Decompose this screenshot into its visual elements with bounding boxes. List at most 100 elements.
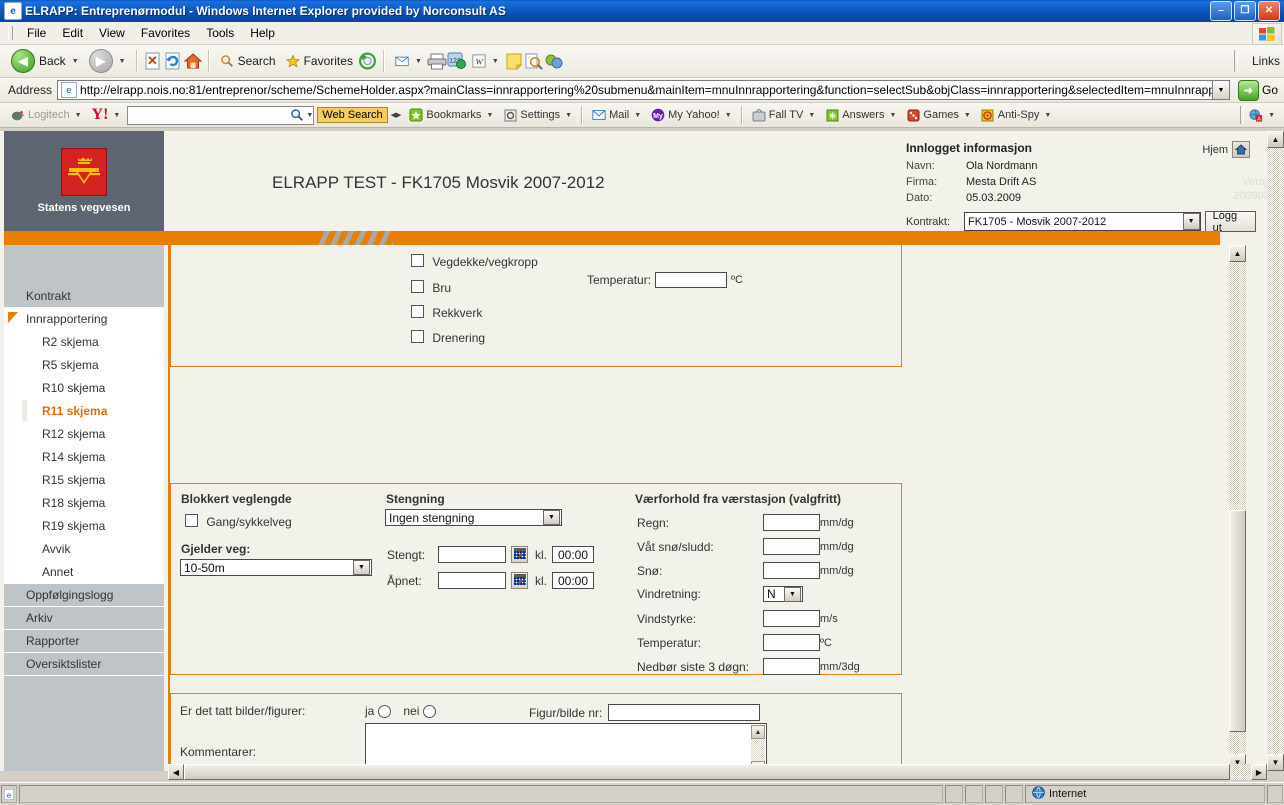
checkbox-drenering[interactable]: Drenering (411, 330, 485, 345)
checkbox-bru-box[interactable] (411, 280, 424, 293)
menu-favorites[interactable]: Favorites (133, 24, 198, 42)
status-resize-grip[interactable] (1267, 785, 1283, 803)
bookmarks-button[interactable]: Bookmarks ▼ (404, 108, 498, 122)
print-icon[interactable] (427, 51, 447, 71)
toolbar-overflow-icon[interactable]: ◀▶ (391, 111, 402, 119)
edit-icon[interactable] (524, 51, 544, 71)
gjelder-veg-chevron-down-icon[interactable]: ▼ (353, 560, 370, 575)
history-icon[interactable] (358, 51, 378, 71)
mail-button[interactable]: ▼ (390, 52, 427, 70)
checkbox-gang-sykkelveg-box[interactable] (185, 514, 198, 527)
games-button[interactable]: Games ▼ (901, 108, 975, 122)
maximize-button[interactable]: ❐ (1234, 1, 1256, 21)
checkbox-rekkverk[interactable]: Rekkverk (411, 305, 482, 320)
mail-link-dropdown-icon[interactable]: ▼ (634, 112, 641, 119)
vindstyrke-input[interactable] (763, 610, 820, 627)
radio-nei[interactable] (423, 704, 437, 718)
note-icon[interactable] (504, 51, 524, 71)
games-dropdown-icon[interactable]: ▼ (964, 112, 971, 119)
kommentarer-scroll-track[interactable] (751, 739, 765, 761)
menu-tools[interactable]: Tools (198, 24, 242, 42)
stop-icon[interactable]: ✕ (143, 51, 163, 71)
yahoo-search-input[interactable] (127, 105, 315, 125)
skype-icon[interactable]: 123 (447, 51, 467, 71)
sidebar-item-avvik[interactable]: Avvik (4, 538, 164, 561)
sidebar-item-r5-skjema[interactable]: R5 skjema (4, 354, 164, 377)
sidebar-item-r19-skjema[interactable]: R19 skjema (4, 515, 164, 538)
sidebar-item-r11-skjema[interactable]: R11 skjema (4, 400, 164, 423)
sidebar-item-innrapportering[interactable]: Innrapportering (4, 308, 164, 331)
window-horizontal-scrollbar[interactable]: ◀ ▶ (168, 764, 1267, 780)
yahoo-dropdown-icon[interactable]: ▼ (113, 112, 120, 119)
apnet-time-input[interactable]: 00:00 (552, 572, 594, 589)
back-dropdown-icon[interactable]: ▼ (72, 58, 79, 65)
messenger-icon[interactable] (544, 51, 564, 71)
links-button[interactable]: Links (1252, 54, 1280, 68)
forward-button[interactable]: ▶ ▼ (84, 47, 131, 75)
sidebar-item-r15-skjema[interactable]: R15 skjema (4, 469, 164, 492)
logitech-dropdown-icon[interactable]: ▼ (75, 112, 82, 119)
sidebar-item-kontrakt[interactable]: Kontrakt (4, 285, 164, 308)
gjelder-veg-select[interactable]: 10-50m ▼ (180, 559, 372, 576)
adobe-dropdown-icon[interactable]: ▼ (1268, 112, 1275, 119)
vindretning-select[interactable]: N ▼ (763, 586, 803, 602)
address-input[interactable]: e http://elrapp.nois.no:81/entreprenor/s… (57, 80, 1212, 100)
web-search-button[interactable]: Web Search (317, 107, 388, 123)
regn-input[interactable] (763, 514, 820, 531)
nedbor-input[interactable] (763, 658, 820, 675)
menu-view[interactable]: View (91, 24, 133, 42)
menu-file[interactable]: File (19, 24, 54, 42)
menu-edit[interactable]: Edit (54, 24, 91, 42)
kontrakt-select[interactable]: FK1705 - Mosvik 2007-2012 ▼ (964, 212, 1201, 231)
my-yahoo-dropdown-icon[interactable]: ▼ (725, 112, 732, 119)
figur-input[interactable] (608, 704, 761, 721)
apnet-calendar-icon[interactable] (511, 572, 528, 589)
scroll-up-icon[interactable]: ▲ (751, 725, 765, 739)
yahoo-logo-button[interactable]: Y! ▼ (87, 106, 126, 124)
window-vertical-scrollbar[interactable]: ▲ ▼ (1267, 131, 1284, 771)
bookmarks-dropdown-icon[interactable]: ▼ (486, 112, 493, 119)
sidebar-item-arkiv[interactable]: Arkiv (4, 607, 164, 630)
refresh-icon[interactable] (163, 51, 183, 71)
menu-help[interactable]: Help (242, 24, 283, 42)
checkbox-gang-sykkelveg[interactable]: Gang/sykkelveg (185, 514, 292, 529)
temperatur-input[interactable] (655, 272, 728, 288)
hscroll-right-icon[interactable]: ▶ (1251, 764, 1267, 780)
home-link[interactable]: Hjem (1202, 141, 1250, 158)
my-yahoo-button[interactable]: My My Yahoo! ▼ (646, 108, 737, 122)
fall-tv-button[interactable]: Fall TV ▼ (747, 108, 821, 122)
logitech-button[interactable]: Logitech ▼ (6, 108, 87, 122)
home-icon[interactable] (183, 51, 203, 71)
hscroll-left-icon[interactable]: ◀ (168, 764, 184, 780)
yahoo-search-icon[interactable] (290, 108, 304, 122)
chevron-down-icon[interactable]: ▼ (1182, 213, 1200, 230)
window-scroll-down-icon[interactable]: ▼ (1267, 754, 1284, 771)
sidebar-item-r14-skjema[interactable]: R14 skjema (4, 446, 164, 469)
anti-spy-dropdown-icon[interactable]: ▼ (1044, 112, 1051, 119)
adobe-pdf-button[interactable]: A ▼ (1244, 108, 1280, 122)
sidebar-item-oppfolgingslogg[interactable]: Oppfølgingslogg (4, 584, 164, 607)
go-button[interactable]: ➜ Go (1237, 79, 1278, 101)
sidebar-item-r2-skjema[interactable]: R2 skjema (4, 331, 164, 354)
stengt-calendar-icon[interactable] (511, 546, 528, 563)
sidebar-item-rapporter[interactable]: Rapporter (4, 630, 164, 653)
stengning-select[interactable]: Ingen stengning ▼ (385, 509, 562, 526)
hscroll-thumb[interactable] (184, 764, 1230, 780)
yahoo-search-dropdown-icon[interactable]: ▼ (306, 112, 313, 119)
forward-dropdown-icon[interactable]: ▼ (119, 58, 126, 65)
search-button[interactable]: Search (215, 52, 281, 70)
window-scroll-up-icon[interactable]: ▲ (1267, 131, 1284, 148)
form-scroll-up-icon[interactable]: ▲ (1229, 245, 1246, 262)
sidebar-item-r18-skjema[interactable]: R18 skjema (4, 492, 164, 515)
mail-dropdown-icon[interactable]: ▼ (415, 58, 422, 65)
apnet-date-input[interactable] (438, 572, 506, 589)
vaer-temperatur-input[interactable] (763, 634, 820, 651)
vindretning-chevron-down-icon[interactable]: ▼ (784, 586, 801, 602)
address-dropdown-icon[interactable]: ▼ (1211, 80, 1230, 100)
stengt-date-input[interactable] (438, 546, 506, 563)
settings-dropdown-icon[interactable]: ▼ (565, 112, 572, 119)
word-dropdown-icon[interactable]: ▼ (492, 58, 499, 65)
answers-button[interactable]: ✳ Answers ▼ (820, 108, 901, 122)
minimize-button[interactable]: – (1210, 1, 1232, 21)
sno-input[interactable] (763, 562, 820, 579)
